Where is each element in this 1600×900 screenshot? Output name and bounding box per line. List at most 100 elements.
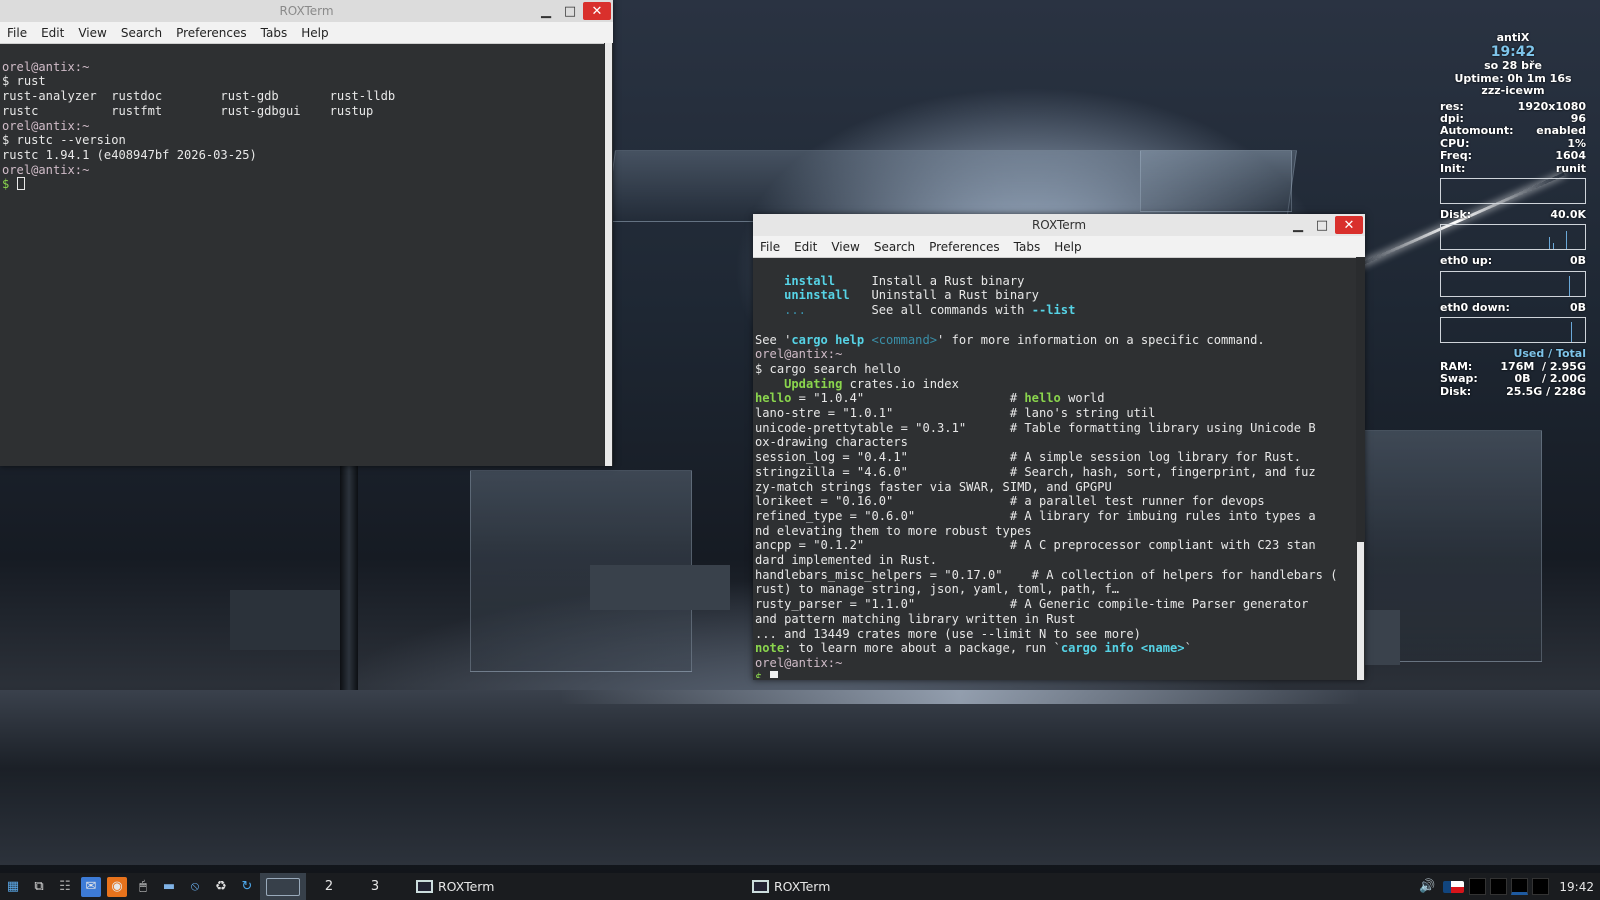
- system-tray: 🔊 19:42: [1414, 873, 1600, 900]
- command-line: $ cargo search hello: [755, 361, 901, 376]
- taskbar: ▦ ⧉ ☷ ✉ ◉ 🖱 ▬ ⦸ ♻ ↻ 2 3 ROXTerm ROXTerm …: [0, 873, 1600, 900]
- prompt-line: orel@antix:~: [2, 59, 90, 74]
- result-line: hello = "1.0.4" # hello world: [755, 391, 1105, 406]
- output-line: rust-analyzer rustdoc rust-gdb rust-lldb: [2, 89, 396, 104]
- stat-row: Init: runit: [1440, 161, 1586, 175]
- workspace-1-button[interactable]: [260, 873, 306, 900]
- prompt-line: orel@antix:~: [2, 162, 90, 177]
- maximize-button[interactable]: □: [559, 2, 581, 20]
- menu-tabs[interactable]: Tabs: [1007, 240, 1048, 254]
- menu-edit[interactable]: Edit: [787, 240, 824, 254]
- task-roxterm-1[interactable]: ROXTerm: [408, 873, 744, 900]
- conky-time: 19:42: [1490, 44, 1536, 61]
- volume-icon[interactable]: 🔊: [1417, 877, 1437, 897]
- folder-icon[interactable]: ▬: [159, 877, 179, 897]
- show-windows-icon[interactable]: ⧉: [29, 877, 49, 897]
- no-entry-icon[interactable]: ⦸: [185, 877, 205, 897]
- stat-row: Freq: 1604: [1440, 149, 1586, 163]
- menu-preferences[interactable]: Preferences: [922, 240, 1007, 254]
- result-line: stringzilla = "4.6.0" # Search, hash, so…: [755, 464, 1316, 479]
- result-line: ancpp = "0.1.2" # A C preprocessor compl…: [755, 538, 1316, 553]
- start-menu-icon[interactable]: ▦: [3, 877, 23, 897]
- close-button[interactable]: ✕: [583, 2, 611, 20]
- task-roxterm-2[interactable]: ROXTerm: [744, 873, 1080, 900]
- menu-search[interactable]: Search: [867, 240, 922, 254]
- result-line: lano-stre = "1.0.1" # lano's string util: [755, 406, 1156, 421]
- menu-view[interactable]: View: [824, 240, 866, 254]
- browser-icon[interactable]: ◉: [107, 876, 127, 897]
- prompt-line: orel@antix:~: [755, 347, 843, 362]
- stat-row: Automount: enabled: [1440, 124, 1586, 138]
- close-button[interactable]: ✕: [1335, 216, 1363, 234]
- help-line: install Install a Rust binary: [784, 273, 1025, 288]
- result-line: lorikeet = "0.16.0" # a parallel test ru…: [755, 494, 1265, 509]
- result-line: handlebars_misc_helpers = "0.17.0" # A c…: [755, 567, 1338, 582]
- window-1-menubar: File Edit View Search Preferences Tabs H…: [0, 22, 613, 44]
- roxterm-window-2[interactable]: ROXTerm ▁ □ ✕ File Edit View Search Pref…: [753, 214, 1365, 680]
- menu-file[interactable]: File: [753, 240, 787, 254]
- battery-monitor-icon: [1532, 878, 1550, 895]
- menu-search[interactable]: Search: [114, 26, 169, 40]
- disk-io-row: Disk: 40.0K: [1440, 208, 1586, 222]
- cursor: [769, 670, 778, 678]
- maximize-button[interactable]: □: [1311, 216, 1333, 234]
- menu-file[interactable]: File: [0, 26, 34, 40]
- terminal-2-content[interactable]: install Install a Rust binary uninstall …: [753, 258, 1365, 678]
- menu-view[interactable]: View: [71, 26, 113, 40]
- roxterm-window-1[interactable]: ROXTerm ▁ □ ✕ File Edit View Search Pref…: [0, 0, 613, 466]
- help-line: uninstall Uninstall a Rust binary: [784, 288, 1039, 303]
- result-line: rust) to manage string, json, yaml, toml…: [755, 582, 1120, 597]
- note-line: note: to learn more about a package, run…: [755, 641, 1192, 656]
- network-monitor-icon: [1511, 878, 1529, 895]
- taskbar-clock[interactable]: 19:42: [1559, 880, 1594, 894]
- cpu-monitor-icon: [1469, 878, 1487, 895]
- workspace-preview-icon: [266, 877, 300, 896]
- recycle-icon[interactable]: ♻: [211, 877, 231, 897]
- eth-down-row: eth0 down: 0B: [1440, 300, 1586, 314]
- menu-preferences[interactable]: Preferences: [169, 26, 254, 40]
- result-line: unicode-prettytable = "0.3.1" # Table fo…: [755, 420, 1316, 435]
- output-line: rustc rustfmt rust-gdbgui rustup: [2, 103, 374, 118]
- app-grid-icon[interactable]: ☷: [55, 877, 75, 897]
- result-line: ox-drawing characters: [755, 435, 908, 450]
- window-2-title: ROXTerm: [1031, 218, 1087, 232]
- terminal-1-content[interactable]: orel@antix:~ $ rust rust-analyzer rustdoc …: [0, 44, 613, 464]
- window-2-menubar: File Edit View Search Preferences Tabs H…: [753, 236, 1365, 258]
- conky-date: so 28 bře: [1484, 59, 1542, 73]
- command-line: $ rustc --version: [2, 133, 126, 148]
- terminal-icon: [416, 880, 433, 893]
- mouse-icon[interactable]: 🖱: [133, 877, 153, 897]
- result-line: dard implemented in Rust.: [755, 553, 938, 568]
- eth-up-row: eth0 up: 0B: [1440, 254, 1586, 268]
- workspace-3-button[interactable]: 3: [352, 879, 398, 894]
- minimize-button[interactable]: ▁: [535, 2, 557, 20]
- status-line: Updating crates.io index: [784, 376, 959, 391]
- mail-icon[interactable]: ✉: [81, 876, 101, 897]
- window-1-title: ROXTerm: [279, 4, 334, 18]
- help-line: See 'cargo help <command>' for more info…: [755, 332, 1265, 347]
- help-line: ... See all commands with --list: [784, 303, 1076, 318]
- input-line[interactable]: $: [755, 670, 1363, 678]
- input-line[interactable]: $: [2, 177, 611, 192]
- workspace-2-button[interactable]: 2: [306, 879, 352, 894]
- disk-graph: [1440, 224, 1586, 251]
- result-line: and pattern matching library written in …: [755, 611, 1076, 626]
- menu-edit[interactable]: Edit: [34, 26, 71, 40]
- scrollbar[interactable]: [1356, 257, 1365, 680]
- menu-tabs[interactable]: Tabs: [254, 26, 295, 40]
- keyboard-layout-flag-icon[interactable]: [1443, 880, 1465, 893]
- scrollbar[interactable]: [604, 43, 613, 466]
- used-total-header: Used / Total: [1513, 347, 1586, 361]
- mem-row: Disk: 25.5G / 228G: [1440, 384, 1586, 398]
- terminal-icon: [752, 880, 769, 893]
- eth-down-graph: [1440, 317, 1586, 344]
- window-2-titlebar[interactable]: ROXTerm ▁ □ ✕: [753, 214, 1365, 236]
- eth-up-graph: [1440, 270, 1586, 297]
- menu-help[interactable]: Help: [294, 26, 335, 40]
- conky-system-monitor: antiX 19:42 so 28 bře Uptime: 0h 1m 16s …: [1440, 31, 1586, 398]
- minimize-button[interactable]: ▁: [1287, 216, 1309, 234]
- updater-icon[interactable]: ↻: [237, 877, 257, 897]
- result-line: session_log = "0.4.1" # A simple session…: [755, 450, 1302, 465]
- window-1-titlebar[interactable]: ROXTerm ▁ □ ✕: [0, 0, 613, 22]
- menu-help[interactable]: Help: [1047, 240, 1088, 254]
